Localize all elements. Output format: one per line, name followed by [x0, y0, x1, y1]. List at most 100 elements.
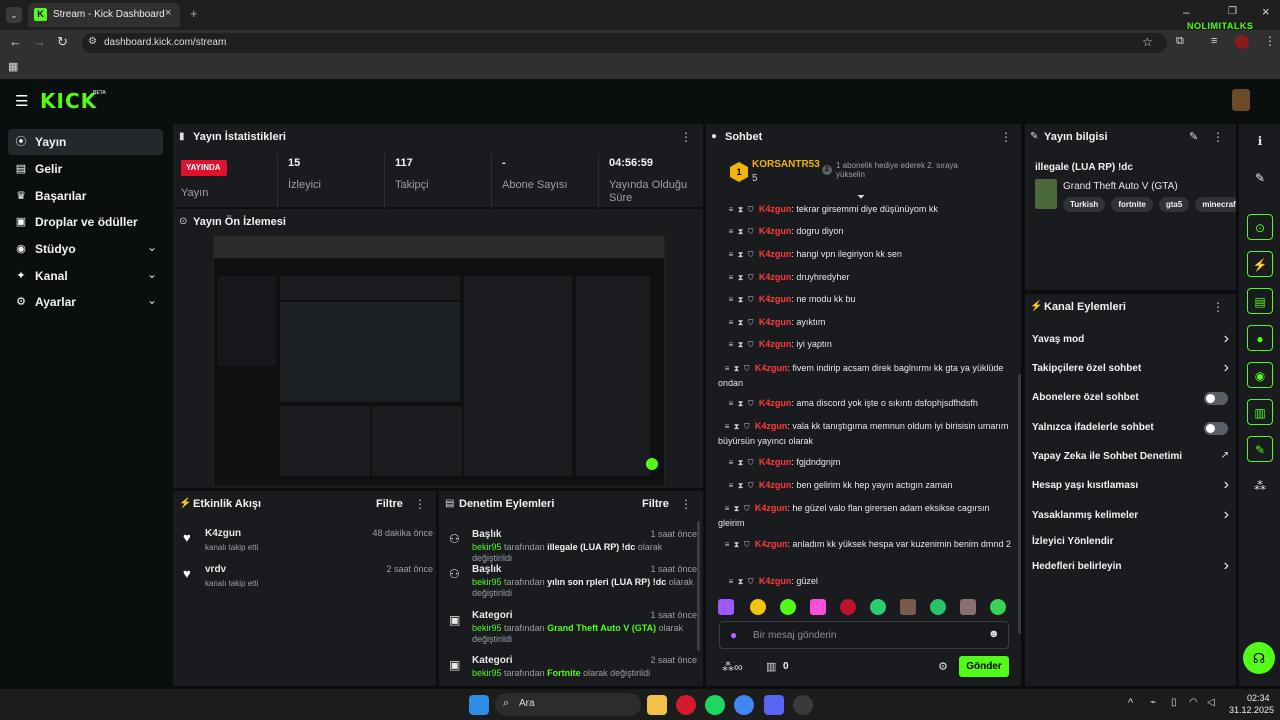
- new-tab-button[interactable]: +: [190, 6, 198, 21]
- tag-chip[interactable]: gta5: [1158, 197, 1190, 212]
- discord-icon[interactable]: [764, 695, 784, 715]
- tray-chevron-icon[interactable]: ^: [1128, 697, 1133, 709]
- media-icon[interactable]: ≡: [1211, 35, 1217, 47]
- chat-username[interactable]: K4zgun: [759, 204, 792, 214]
- more-options-icon[interactable]: ⋮: [679, 130, 693, 144]
- channel-action-row[interactable]: Abonelere özel sohbet: [1025, 384, 1237, 413]
- channel-action-row[interactable]: Takipçilere özel sohbet ›: [1025, 355, 1237, 384]
- emote-icon[interactable]: [840, 599, 856, 615]
- sidebar-item-ayarlar[interactable]: ⚙ Ayarlar ⌄: [8, 289, 163, 315]
- chat-username[interactable]: K4zgun: [759, 576, 792, 586]
- chat-username[interactable]: K4zgun: [759, 457, 792, 467]
- chevron-right-icon[interactable]: ›: [1224, 506, 1229, 524]
- mod-user[interactable]: bekir95: [472, 668, 502, 678]
- chevron-right-icon[interactable]: ›: [1224, 330, 1229, 348]
- network-icon[interactable]: ⌁: [1150, 697, 1156, 708]
- chat-username[interactable]: K4zgun: [759, 398, 792, 408]
- chat-username[interactable]: K4zgun: [755, 503, 788, 513]
- mod-user[interactable]: bekir95: [472, 542, 502, 552]
- emote-icon[interactable]: [930, 599, 946, 615]
- chrome-icon[interactable]: [734, 695, 754, 715]
- broadcast-toggle-icon[interactable]: ◉: [1247, 362, 1273, 388]
- emoji-icon[interactable]: ☻: [988, 628, 1000, 640]
- tag-chip[interactable]: Turkish: [1063, 197, 1106, 212]
- chat-scrollbar[interactable]: [1018, 374, 1021, 634]
- sidebar-item-studyo[interactable]: ◉ Stüdyo ⌄: [8, 236, 163, 262]
- edit-icon[interactable]: ✎: [1189, 130, 1198, 143]
- chat-username[interactable]: K4zgun: [759, 339, 792, 349]
- emote-icon[interactable]: [990, 599, 1006, 615]
- browser-menu-icon[interactable]: ⋮: [1264, 34, 1276, 48]
- community-icon[interactable]: ⁂∞: [722, 660, 743, 674]
- chat-username[interactable]: K4zgun: [759, 249, 792, 259]
- more-options-icon[interactable]: ⋮: [679, 497, 693, 511]
- sidebar-item-yayin[interactable]: ⦿ Yayın: [8, 129, 163, 155]
- chevron-right-icon[interactable]: ›: [1224, 359, 1229, 377]
- taskbar-search[interactable]: ⌕ Ara: [495, 693, 641, 716]
- channel-action-row[interactable]: Yasaklanmış kelimeler ›: [1025, 502, 1237, 531]
- close-window-button[interactable]: ×: [1262, 4, 1270, 19]
- spotify-icon[interactable]: [705, 695, 725, 715]
- chat-toggle-icon[interactable]: ●: [1247, 325, 1273, 351]
- preview-toggle-icon[interactable]: ⊙: [1247, 214, 1273, 240]
- emote-icon[interactable]: [900, 599, 916, 615]
- url-field[interactable]: ⚙ dashboard.kick.com/stream ☆: [82, 33, 1167, 53]
- edit-icon[interactable]: ✎: [1247, 165, 1273, 191]
- stats-toggle-icon[interactable]: ▥: [1247, 399, 1273, 425]
- windows-start-icon[interactable]: [469, 695, 489, 715]
- hamburger-menu-icon[interactable]: ☰: [15, 92, 28, 110]
- moderation-toggle-icon[interactable]: ▤: [1247, 288, 1273, 314]
- send-button[interactable]: Gönder: [959, 656, 1009, 677]
- profile-avatar[interactable]: [1235, 35, 1249, 49]
- kick-logo[interactable]: KICK: [40, 89, 97, 113]
- minimize-button[interactable]: –: [1183, 5, 1190, 19]
- chevron-right-icon[interactable]: ›: [1224, 557, 1229, 575]
- preview-video[interactable]: [213, 235, 665, 487]
- tab-close-icon[interactable]: ×: [165, 7, 171, 19]
- emote-icon[interactable]: [870, 599, 886, 615]
- reload-icon[interactable]: ↻: [57, 34, 68, 50]
- sidebar-item-droplar[interactable]: ▣ Droplar ve ödüller: [8, 209, 163, 235]
- back-icon[interactable]: ←: [9, 34, 22, 49]
- channel-action-row[interactable]: Yavaş mod ›: [1025, 326, 1237, 355]
- emote-icon[interactable]: [780, 599, 796, 615]
- channel-action-row[interactable]: Yapay Zeka ile Sohbet Denetimi ↗: [1025, 443, 1237, 472]
- channel-action-row[interactable]: Hesap yaşı kısıtlaması ›: [1025, 472, 1237, 501]
- extensions-icon[interactable]: ⧉: [1176, 35, 1184, 48]
- sidebar-item-gelir[interactable]: ▤ Gelir: [8, 156, 163, 182]
- scrollbar[interactable]: [697, 521, 700, 651]
- chevron-down-icon[interactable]: ⌄: [147, 240, 157, 254]
- more-options-icon[interactable]: ⋮: [1211, 300, 1225, 314]
- channel-action-row[interactable]: Yalnızca ifadelerle sohbet: [1025, 414, 1237, 443]
- browser-tab[interactable]: K Stream - Kick Dashboard ×: [28, 3, 180, 27]
- microphone-icon[interactable]: ●: [730, 628, 737, 642]
- apps-grid-icon[interactable]: ▦: [8, 60, 18, 73]
- emote-icon[interactable]: [960, 599, 976, 615]
- chat-username[interactable]: K4zgun: [755, 421, 788, 431]
- wifi-icon[interactable]: ◠: [1189, 697, 1198, 708]
- clock-date[interactable]: 31.12.2025: [1229, 705, 1274, 715]
- info-toggle-icon[interactable]: ✎: [1247, 436, 1273, 462]
- pinned-user[interactable]: KORSANTR53: [752, 159, 820, 170]
- clock-time[interactable]: 02:34: [1247, 693, 1270, 703]
- chevron-down-icon[interactable]: ⌄: [147, 267, 157, 281]
- opera-icon[interactable]: [676, 695, 696, 715]
- channel-action-row[interactable]: Hedefleri belirleyin ›: [1025, 553, 1237, 582]
- file-explorer-icon[interactable]: [647, 695, 667, 715]
- chevron-down-icon[interactable]: ⌄: [147, 293, 157, 307]
- tag-chip[interactable]: fortnite: [1111, 197, 1153, 212]
- chat-settings-icon[interactable]: ⚙: [938, 660, 948, 673]
- sidebar-item-kanal[interactable]: ✦ Kanal ⌄: [8, 263, 163, 289]
- category-name[interactable]: Grand Theft Auto V (GTA): [1063, 181, 1178, 192]
- chat-input[interactable]: ● Bir mesaj gönderin ☻: [719, 621, 1009, 649]
- sidebar-item-basarilar[interactable]: ♛ Başarılar: [8, 183, 163, 209]
- chat-username[interactable]: K4zgun: [759, 317, 792, 327]
- more-options-icon[interactable]: ⋮: [999, 130, 1013, 144]
- tag-chip[interactable]: minecraf: [1195, 197, 1236, 212]
- activity-toggle-icon[interactable]: ⚡: [1247, 251, 1273, 277]
- info-icon[interactable]: ℹ: [1247, 128, 1273, 154]
- chevron-right-icon[interactable]: ›: [1224, 476, 1229, 494]
- toggle-switch[interactable]: [1204, 392, 1228, 405]
- filter-button[interactable]: Filtre: [642, 498, 669, 510]
- mod-user[interactable]: bekir95: [472, 623, 502, 633]
